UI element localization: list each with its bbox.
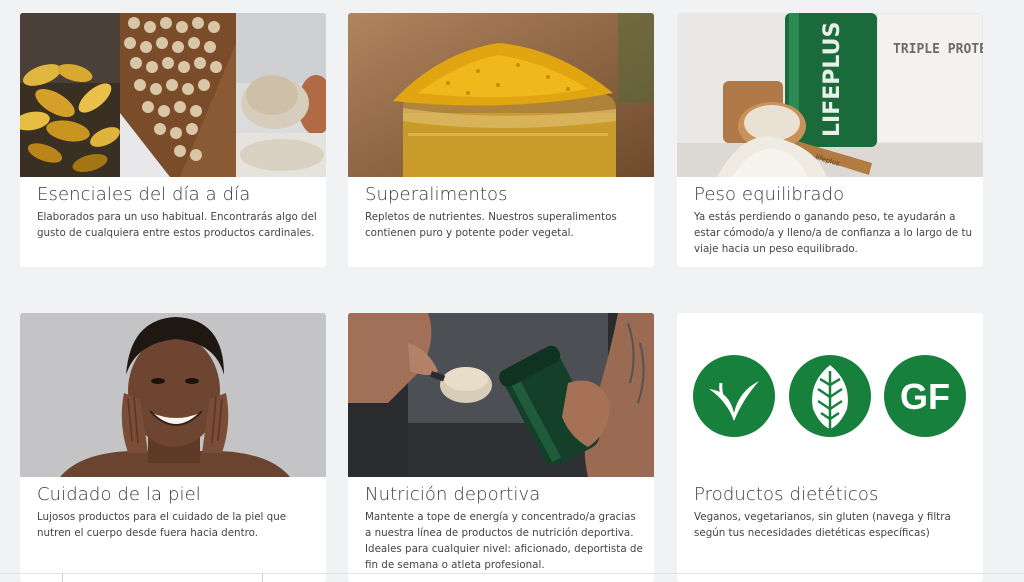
tub-label-triple: TRIPLE PROTEIN <box>893 42 983 57</box>
card-description: Repletos de nutrientes. Nuestros superal… <box>365 211 617 239</box>
product-category-grid: Esenciales del día a día Elaborados para… <box>0 0 1024 582</box>
card-description: Ya estás perdiendo o ganando peso, te ay… <box>694 211 973 255</box>
card-title: Cuidado de la piel <box>37 484 201 505</box>
card-description: Veganos, vegetarianos, sin gluten (naveg… <box>694 511 951 539</box>
protein-shaker-image: TRIPLE PROTEIN LIFEPLUS lifeplus <box>677 13 983 177</box>
card-title: Productos dietéticos <box>694 484 879 505</box>
card-title: Superalimentos <box>365 184 508 205</box>
gluten-free-icon: GF <box>884 355 966 437</box>
card-description: Lujosos productos para el cuidado de la … <box>37 511 287 539</box>
smiling-woman-skincare-image <box>20 313 326 477</box>
card-title: Nutrición deportiva <box>365 484 541 505</box>
vegan-leaf-icon <box>693 355 775 437</box>
svg-text:GF: GF <box>900 376 950 417</box>
card-title: Peso equilibrado <box>694 184 845 205</box>
dietary-icons: GF <box>677 313 983 477</box>
supplements-capsules-image <box>20 13 326 177</box>
bottom-divider <box>0 573 1024 574</box>
card-description: Elaborados para un uso habitual. Encontr… <box>37 211 317 239</box>
vegetarian-leaf-icon <box>789 355 871 437</box>
bottom-divider-tick <box>62 574 63 582</box>
card-title: Esenciales del día a día <box>37 184 251 205</box>
category-card-everyday-essentials[interactable]: Esenciales del día a día Elaborados para… <box>20 13 326 267</box>
sports-shaker-scoop-image <box>348 313 654 477</box>
card-description: Mantente a tope de energía y concentrado… <box>365 511 643 571</box>
bottle-label: LIFEPLUS <box>820 22 845 137</box>
turmeric-jar-image <box>348 13 654 177</box>
category-card-superfoods[interactable]: Superalimentos Repletos de nutrientes. N… <box>348 13 654 267</box>
category-card-sports-nutrition[interactable]: Nutrición deportiva Mantente a tope de e… <box>348 313 654 582</box>
category-card-skin-care[interactable]: Cuidado de la piel Lujosos productos par… <box>20 313 326 582</box>
category-card-dietary-products[interactable]: GF Productos dietéticos Veganos, vegetar… <box>677 313 983 582</box>
bottom-divider-tick <box>262 574 263 582</box>
category-card-balanced-weight[interactable]: TRIPLE PROTEIN LIFEPLUS lifeplus Peso eq… <box>677 13 983 267</box>
